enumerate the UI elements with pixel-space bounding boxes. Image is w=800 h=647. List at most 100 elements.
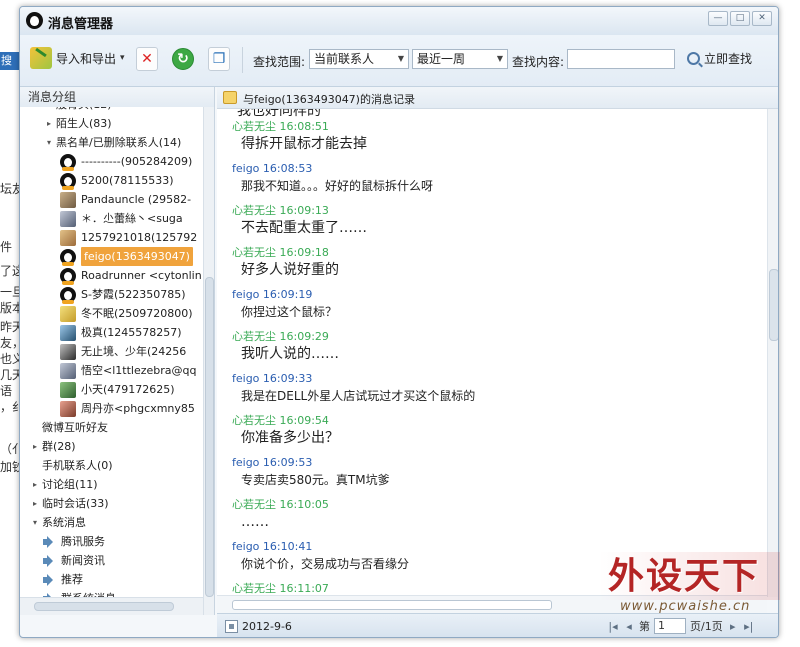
watermark: 外设天下 www.pcwaishe.cn bbox=[598, 552, 780, 622]
search-now-label: 立即查找 bbox=[704, 52, 753, 66]
search-content-label: 查找内容: bbox=[512, 55, 565, 69]
time-select-value: 最近一周 bbox=[417, 52, 466, 66]
tree-vertical-scrollbar[interactable] bbox=[203, 107, 214, 615]
tree-item-label: feigo(1363493047) bbox=[81, 247, 193, 266]
tree-group-item[interactable]: 新闻资讯 bbox=[42, 551, 105, 570]
calendar-icon[interactable] bbox=[225, 620, 238, 633]
avatar bbox=[60, 305, 76, 322]
message-record-header: 与feigo(1363493047)的消息记录 bbox=[217, 87, 778, 109]
contact-item[interactable]: Pandauncle (29582- bbox=[60, 190, 191, 209]
tree-group-item[interactable]: ▸ 陌生人(83) bbox=[42, 114, 112, 133]
contact-item[interactable]: ＊．尐蕾絲丶<suga bbox=[60, 209, 183, 228]
tree-group-item[interactable]: ▾ 系统消息 bbox=[28, 513, 86, 532]
contact-item[interactable]: feigo(1363493047) bbox=[60, 247, 193, 266]
contact-item[interactable]: 周丹亦<phgcxmny85 bbox=[60, 399, 195, 418]
delete-record-button[interactable]: ✕ bbox=[136, 47, 158, 71]
avatar bbox=[60, 381, 76, 398]
collapse-arrow-icon[interactable]: ▸ bbox=[28, 437, 42, 456]
tree-item-label: 临时会话(33) bbox=[42, 497, 109, 510]
message-item: 心若无尘 16:08:51 得拆开鼠标才能去掉 bbox=[232, 119, 367, 154]
tree-item-label: 讨论组(11) bbox=[42, 478, 98, 491]
close-button[interactable]: ✕ bbox=[752, 11, 772, 26]
message-text: …… bbox=[241, 514, 269, 530]
tree-group-item[interactable]: 推荐 bbox=[42, 570, 83, 589]
avatar bbox=[60, 400, 76, 417]
message-sender: 心若无尘 bbox=[232, 582, 276, 595]
contact-tree: ▸殷青头(12)▸陌生人(83)▾黑名单/已删除联系人(14)---------… bbox=[20, 107, 203, 615]
title-bar[interactable]: 消息管理器 — □ ✕ bbox=[20, 7, 778, 35]
tree-hscroll-thumb[interactable] bbox=[34, 602, 174, 611]
contact-item[interactable]: 无止境、少年(24256 bbox=[60, 342, 186, 361]
message-meta: feigo 16:10:41 bbox=[232, 539, 409, 554]
message-record-icon bbox=[223, 91, 237, 104]
message-meta: 心若无尘 16:08:51 bbox=[232, 119, 367, 134]
message-item: feigo 16:09:19 你捏过这个鼠标？ bbox=[232, 287, 337, 322]
message-item: feigo 16:09:33 我是在DELL外星人店试玩过才买这个鼠标的 bbox=[232, 371, 475, 406]
tree-group-item[interactable]: ▸ 临时会话(33) bbox=[28, 494, 109, 513]
tree-item-label: 手机联系人(0) bbox=[42, 459, 113, 472]
collapse-arrow-icon[interactable]: ▸ bbox=[42, 114, 56, 133]
tree-group-item[interactable]: 手机联系人(0) bbox=[28, 456, 113, 475]
tree-item-label: 无止境、少年(24256 bbox=[81, 345, 187, 358]
message-meta: feigo 16:09:53 bbox=[232, 455, 390, 470]
messages-hscroll-thumb[interactable] bbox=[232, 600, 552, 610]
range-select[interactable]: 当前联系人 ▼ bbox=[309, 49, 409, 69]
contact-item[interactable]: 冬不眠(2509720800) bbox=[60, 304, 193, 323]
collapse-arrow-icon[interactable]: ▸ bbox=[28, 494, 42, 513]
message-time: 16:08:51 bbox=[279, 120, 329, 133]
message-item: 心若无尘 16:09:18 好多人说好重的 bbox=[232, 245, 339, 280]
background-text-fragment: 件 bbox=[0, 240, 13, 254]
message-text: 专卖店卖580元。真TM坑爹 bbox=[241, 473, 390, 487]
message-time: 16:09:53 bbox=[262, 456, 313, 469]
contact-item[interactable]: 5200(78115533) bbox=[60, 171, 174, 190]
message-meta: 心若无尘 16:10:05 bbox=[232, 497, 329, 512]
tree-group-item[interactable]: ▾ 黑名单/已删除联系人(14) bbox=[42, 133, 181, 152]
import-export-button[interactable]: 导入和导出 ▾ bbox=[30, 47, 125, 69]
tree-group-item[interactable]: 腾讯服务 bbox=[42, 532, 105, 551]
avatar bbox=[60, 210, 76, 227]
tree-item-label: Pandauncle (29582- bbox=[81, 193, 192, 206]
contact-item[interactable]: Roadrunner <cytonlin bbox=[60, 266, 202, 285]
contact-item[interactable]: 极真(1245578257) bbox=[60, 323, 182, 342]
toolbar: 导入和导出 ▾ ✕ ↻ ❐ 查找范围: 当前联系人 ▼ 最近一周 ▼ 查找内容:… bbox=[20, 35, 778, 87]
avatar bbox=[60, 153, 76, 171]
collapse-arrow-icon[interactable]: ▸ bbox=[42, 107, 56, 114]
maximize-button[interactable]: □ bbox=[730, 11, 750, 26]
time-select[interactable]: 最近一周 ▼ bbox=[412, 49, 508, 69]
collapse-arrow-icon[interactable]: ▸ bbox=[28, 475, 42, 494]
message-sender: 心若无尘 bbox=[232, 330, 276, 343]
message-sender: feigo bbox=[232, 162, 260, 175]
message-meta: feigo 16:09:19 bbox=[232, 287, 337, 302]
message-text: 你说个价，交易成功与否看缘分 bbox=[241, 557, 410, 571]
contact-item[interactable]: S-梦霞(522350785) bbox=[60, 285, 186, 304]
message-text: 好多人说好重的 bbox=[241, 262, 339, 278]
tree-group-item[interactable]: 微博互听好友 bbox=[28, 418, 108, 437]
messages-scroll-thumb[interactable] bbox=[769, 269, 778, 341]
search-content-input[interactable] bbox=[567, 49, 675, 69]
avatar bbox=[60, 229, 76, 246]
contact-item[interactable]: 悟空<l1ttlezebra@qq bbox=[60, 361, 196, 380]
tree-scroll-thumb[interactable] bbox=[205, 277, 214, 597]
export-record-button[interactable]: ❐ bbox=[208, 47, 230, 71]
tree-item-label: 5200(78115533) bbox=[81, 174, 174, 187]
tree-item-label: 黑名单/已删除联系人(14) bbox=[56, 136, 182, 149]
refresh-button[interactable]: ↻ bbox=[172, 48, 194, 70]
tree-group-item[interactable]: ▸ 讨论组(11) bbox=[28, 475, 98, 494]
expand-arrow-icon[interactable]: ▾ bbox=[28, 513, 42, 532]
tree-horizontal-scrollbar[interactable] bbox=[20, 597, 203, 615]
minimize-button[interactable]: — bbox=[708, 11, 728, 26]
contact-item[interactable]: ----------(905284209) bbox=[60, 152, 192, 171]
watermark-url: www.pcwaishe.cn bbox=[620, 599, 751, 614]
expand-arrow-icon[interactable]: ▾ bbox=[42, 133, 56, 152]
speaker-icon bbox=[42, 554, 56, 568]
range-select-value: 当前联系人 bbox=[314, 52, 375, 66]
contact-item[interactable]: 1257921018(125792 bbox=[60, 228, 197, 247]
tree-group-item[interactable]: ▸殷青头(12) bbox=[42, 107, 112, 114]
delete-icon: ✕ bbox=[141, 51, 153, 67]
refresh-icon: ↻ bbox=[177, 51, 189, 67]
message-time: 16:11:07 bbox=[279, 582, 329, 595]
contact-item[interactable]: 小天(479172625) bbox=[60, 380, 175, 399]
tree-group-item[interactable]: ▸ 群(28) bbox=[28, 437, 76, 456]
search-now-button[interactable]: 立即查找 bbox=[687, 50, 752, 67]
messages-vertical-scrollbar[interactable] bbox=[767, 109, 778, 597]
